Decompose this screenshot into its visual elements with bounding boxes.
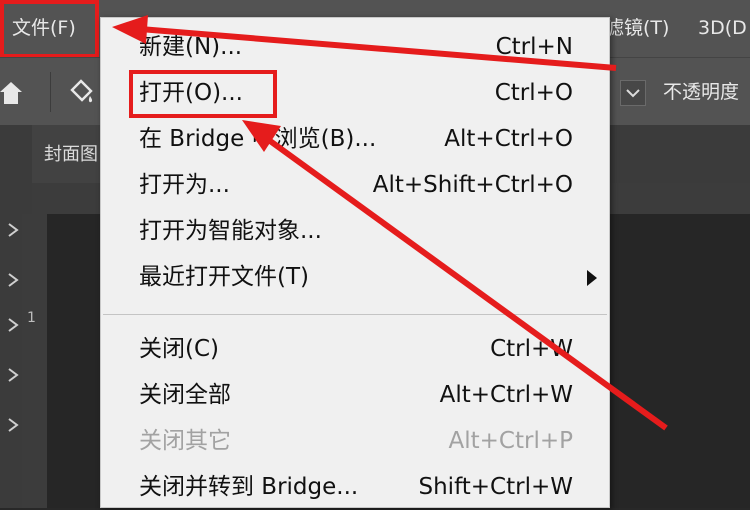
menu-item-label: 关闭全部 [139,382,231,408]
menu-item-new[interactable]: 新建(N)... Ctrl+N [101,24,609,70]
home-icon[interactable] [0,80,22,106]
menu-item-close[interactable]: 关闭(C) Ctrl+W [101,326,609,372]
document-tab-label: 封面图 [44,144,98,165]
chevron-down-icon [626,89,640,98]
menu-item-shortcut: Ctrl+N [495,34,573,60]
menu-item-shortcut: Alt+Ctrl+W [439,382,573,408]
menu-filter[interactable]: 滤镜(T) [605,10,669,46]
menu-item-label: 打开为智能对象... [139,218,322,244]
menu-item-shortcut: Ctrl+O [494,80,573,106]
menu-item-shortcut: Alt+Ctrl+P [448,428,573,454]
menu-item-open-as-smart-object[interactable]: 打开为智能对象... [101,208,609,254]
menu-separator [103,314,607,315]
open-item-highlight-box [129,70,277,118]
menu-3d[interactable]: 3D(D [698,10,747,46]
menu-item-shortcut: Shift+Ctrl+W [418,474,574,500]
menu-item-browse-in-bridge[interactable]: 在 Bridge 中浏览(B)... Alt+Ctrl+O [101,116,609,162]
menu-item-label: 关闭其它 [139,428,231,454]
chevron-right-icon [587,270,597,286]
menu-item-label: 在 Bridge 中浏览(B)... [139,126,377,152]
opacity-label: 不透明度 [663,81,740,103]
tool-icon[interactable] [5,220,21,240]
menu-item-shortcut: Ctrl+W [490,336,573,362]
toolbar-divider [50,72,51,112]
menu-item-label: 新建(N)... [139,34,243,60]
menu-item-label: 关闭(C) [139,336,220,362]
menu-item-open-recent[interactable]: 最近打开文件(T) [101,254,609,300]
ruler-mark: 1 [27,310,36,326]
menu-item-label: 关闭并转到 Bridge... [139,474,359,500]
tool-icon[interactable] [5,415,21,435]
tool-icon[interactable] [5,315,21,335]
menu-item-close-all[interactable]: 关闭全部 Alt+Ctrl+W [101,372,609,418]
menu-item-close-and-go-to-bridge[interactable]: 关闭并转到 Bridge... Shift+Ctrl+W [101,464,609,510]
paint-bucket-icon[interactable] [66,78,96,108]
blend-mode-dropdown[interactable] [620,80,646,106]
menu-item-shortcut: Alt+Shift+Ctrl+O [372,172,573,198]
file-menu-highlight-box [0,0,99,58]
menu-item-label: 打开为... [139,172,230,198]
menu-item-open-as[interactable]: 打开为... Alt+Shift+Ctrl+O [101,162,609,208]
menu-item-close-others: 关闭其它 Alt+Ctrl+P [101,418,609,464]
vertical-ruler [22,214,47,508]
menu-item-label: 最近打开文件(T) [139,264,309,290]
tool-icon[interactable] [5,270,21,290]
tool-icon[interactable] [5,365,21,385]
menu-item-shortcut: Alt+Ctrl+O [444,126,573,152]
